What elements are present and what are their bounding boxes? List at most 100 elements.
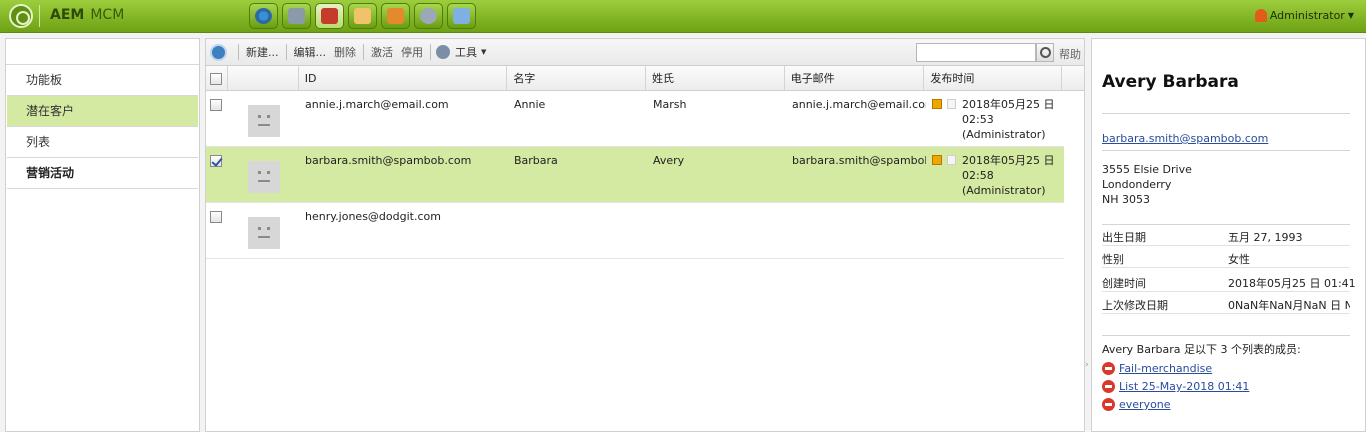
chevron-down-icon: ▼ <box>1347 11 1354 20</box>
field-label: 上次修改日期 <box>1102 299 1168 312</box>
table-row[interactable]: annie.j.march@email.com Annie Marsh anni… <box>206 91 1064 147</box>
brand-name: AEM <box>50 7 85 23</box>
thumbnail-cell <box>228 91 299 146</box>
brand-title: AEM MCM <box>50 7 124 23</box>
row-select-cell <box>206 203 228 258</box>
delete-button[interactable]: 删除 <box>332 44 358 60</box>
last-name-cell <box>647 203 786 258</box>
top-bar: AEM MCM Administrator ▼ <box>0 0 1366 33</box>
last-name-cell: Avery <box>653 154 685 167</box>
column-header-id[interactable]: ID <box>299 66 508 90</box>
help-link[interactable]: 帮助 <box>1059 46 1081 62</box>
tools-gear-icon <box>436 45 450 59</box>
row-checkbox[interactable] <box>210 99 222 111</box>
thumbnail-cell <box>228 203 299 258</box>
dam-app-button[interactable] <box>282 3 311 29</box>
toolbar-divider <box>363 44 364 60</box>
nav-item-dashboard[interactable]: 功能板 <box>7 65 198 96</box>
mail-app-button[interactable] <box>348 3 377 29</box>
published-cell: 2018年05月25 日 02:53 (Administrator) <box>926 91 1064 146</box>
column-header-email[interactable]: 电子邮件 <box>785 66 925 90</box>
divider <box>1102 113 1350 114</box>
field-birthdate: 出生日期 五月 27, 1993 <box>1102 226 1350 246</box>
mail-icon <box>354 8 371 24</box>
lead-name: Avery Barbara <box>1102 72 1239 92</box>
table-row[interactable]: barbara.smith@spambob.com Barbara Avery … <box>206 147 1064 203</box>
field-label: 创建时间 <box>1102 277 1146 290</box>
table-row[interactable]: henry.jones@dodgit.com <box>206 203 1064 259</box>
avatar <box>248 217 280 249</box>
grid-toolbar: 新建... 编辑... 删除 激活 停用 工具 ▼ 帮助 <box>206 39 1084 66</box>
nav-item-leads[interactable]: 潜在客户 <box>7 96 198 127</box>
leads-panel: 新建... 编辑... 删除 激活 停用 工具 ▼ 帮助 ID 名字 姓氏 电子… <box>205 38 1085 432</box>
globe-icon <box>255 8 272 24</box>
nav-item-campaigns[interactable]: 营销活动 <box>7 158 198 189</box>
avatar <box>248 105 280 137</box>
search-input[interactable] <box>916 43 1036 62</box>
row-checkbox[interactable] <box>210 211 222 223</box>
gear-icon <box>420 8 437 24</box>
published-time: 02:53 <box>962 113 994 126</box>
search-icon[interactable] <box>1036 43 1054 62</box>
users-app-button[interactable] <box>381 3 410 29</box>
select-all-cell <box>206 66 228 90</box>
toolbar-divider <box>430 44 431 60</box>
row-select-cell <box>206 91 228 146</box>
toolbar-divider <box>285 44 287 60</box>
id-cell: annie.j.march@email.com <box>305 98 449 111</box>
field-created: 创建时间 2018年05月25 日 01:41 <box>1102 272 1356 292</box>
divider <box>1102 335 1350 336</box>
list-link[interactable]: List 25-May-2018 01:41 <box>1119 380 1249 393</box>
campaign-app-button[interactable] <box>315 3 344 29</box>
new-button[interactable]: 新建... <box>244 44 281 60</box>
camera-icon <box>288 8 305 24</box>
tag-app-button[interactable] <box>447 3 476 29</box>
avatar <box>248 161 280 193</box>
field-last-modified: 上次修改日期 0NaN年NaN月NaN 日 NaN <box>1102 294 1350 314</box>
lead-email-link[interactable]: barbara.smith@spambob.com <box>1102 132 1268 145</box>
first-name-cell <box>508 203 647 258</box>
user-name: Administrator <box>1269 9 1345 22</box>
address-line: 3555 Elsie Drive <box>1102 163 1192 176</box>
welcome-app-button[interactable] <box>249 3 278 29</box>
nav-item-lists[interactable]: 列表 <box>7 127 198 158</box>
status-page-icon <box>947 99 956 109</box>
published-cell <box>926 203 1064 258</box>
select-all-checkbox[interactable] <box>210 73 222 85</box>
column-header-first-name[interactable]: 名字 <box>507 66 646 90</box>
row-select-cell <box>206 147 228 202</box>
user-icon <box>1254 9 1267 22</box>
aem-logo-icon[interactable] <box>9 4 33 28</box>
id-cell: barbara.smith@spambob.com <box>305 154 472 167</box>
first-name-cell: Barbara <box>514 154 558 167</box>
field-value: 0NaN年NaN月NaN 日 NaN <box>1228 299 1350 312</box>
field-value: 女性 <box>1228 253 1250 266</box>
column-header-published[interactable]: 发布时间 <box>924 66 1063 90</box>
remove-icon[interactable] <box>1102 380 1115 393</box>
remove-icon[interactable] <box>1102 362 1115 375</box>
edit-button[interactable]: 编辑... <box>292 44 329 60</box>
tools-chevron-down-icon[interactable]: ▼ <box>479 48 488 56</box>
tools-app-button[interactable] <box>414 3 443 29</box>
list-link[interactable]: everyone <box>1119 398 1171 411</box>
tools-menu-button[interactable]: 工具 <box>453 44 479 60</box>
column-header-last-name[interactable]: 姓氏 <box>646 66 785 90</box>
refresh-icon[interactable] <box>210 43 227 61</box>
remove-icon[interactable] <box>1102 398 1115 411</box>
lead-detail-panel: Avery Barbara barbara.smith@spambob.com … <box>1091 38 1366 432</box>
activate-button[interactable]: 激活 <box>369 44 395 60</box>
divider <box>1102 150 1350 151</box>
thumbnail-cell <box>228 147 299 202</box>
tag-icon <box>453 8 470 24</box>
user-menu[interactable]: Administrator ▼ <box>1254 9 1354 22</box>
deactivate-button[interactable]: 停用 <box>399 44 425 60</box>
list-link[interactable]: Fail-merchandise <box>1119 362 1212 375</box>
email-cell <box>786 203 926 258</box>
left-nav: 功能板 潜在客户 列表 营销活动 <box>5 38 200 432</box>
first-name-cell: Annie <box>514 98 546 111</box>
row-checkbox[interactable] <box>210 155 222 167</box>
published-by: (Administrator) <box>962 184 1046 197</box>
published-date: 2018年05月25 日 <box>962 154 1055 167</box>
published-by: (Administrator) <box>962 128 1046 141</box>
list-membership-item: List 25-May-2018 01:41 <box>1102 380 1249 393</box>
